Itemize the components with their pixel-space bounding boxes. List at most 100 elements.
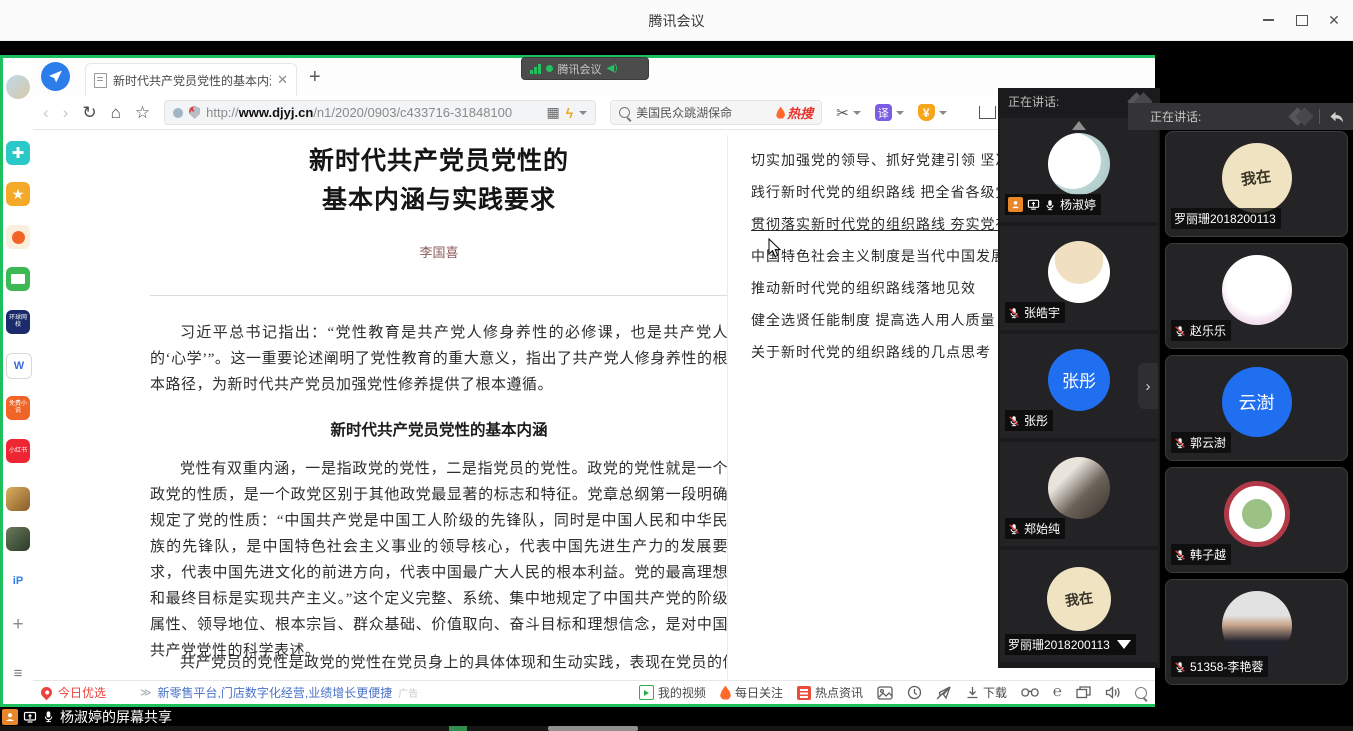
article-paragraph-1: 习近平总书记指出：“党性教育是共产党人修身养性的必修课，也是共产党人的‘心学’”… bbox=[150, 320, 728, 398]
goggles-icon[interactable] bbox=[1021, 687, 1039, 699]
participant-name: 张皓宇 bbox=[1024, 304, 1060, 321]
hot-news-button[interactable]: 热点资讯 bbox=[797, 684, 863, 701]
video-tile[interactable]: 51358-李艳蓉 bbox=[1165, 579, 1348, 685]
search-box[interactable]: 美国民众跳湖保命 热搜 bbox=[610, 100, 822, 125]
translate-tool[interactable]: 译 bbox=[875, 104, 904, 121]
expand-panel-button[interactable]: › bbox=[1138, 363, 1158, 409]
avatar bbox=[1222, 591, 1292, 661]
dock-menu-icon[interactable]: ≡ bbox=[6, 661, 30, 685]
related-link[interactable]: 推动新时代党的组织路线落地见效 bbox=[751, 278, 1033, 310]
video-tile[interactable]: 我在 罗丽珊2018200113 bbox=[1165, 131, 1348, 237]
my-videos-button[interactable]: 我的视频 bbox=[639, 684, 706, 701]
scroll-down-icon[interactable] bbox=[1117, 640, 1131, 649]
windows-taskbar[interactable] bbox=[0, 726, 1353, 731]
speaking-header-bar: 正在讲话: bbox=[1128, 103, 1353, 130]
avatar bbox=[1048, 241, 1110, 303]
avatar: 我在 bbox=[1222, 143, 1292, 213]
recording-dot-icon bbox=[546, 65, 553, 72]
theme-skin-icon[interactable] bbox=[979, 106, 996, 119]
document-app-icon[interactable]: W bbox=[6, 353, 32, 379]
window-restore-button[interactable] bbox=[1285, 0, 1319, 40]
forward-button[interactable]: › bbox=[63, 104, 69, 121]
health-app-icon[interactable]: ✚ bbox=[6, 141, 30, 165]
avatar: 张彤 bbox=[1048, 349, 1110, 411]
boost-rocket-icon[interactable] bbox=[936, 686, 952, 700]
browser-tabbar: 新时代共产党员党性的基本内涵 ✕ + 腾讯会议 ◀) bbox=[33, 58, 1155, 97]
video-tile[interactable]: 张彤 张彤 › bbox=[1000, 334, 1158, 438]
related-link[interactable]: 中国特色社会主义制度是当代中国发展进步… bbox=[751, 246, 1033, 278]
article-section-heading: 新时代共产党员党性的基本内涵 bbox=[150, 418, 728, 440]
video-tile[interactable]: 我在 罗丽珊2018200113 bbox=[1000, 550, 1158, 662]
speed-bolt-icon[interactable]: ϟ bbox=[566, 105, 573, 121]
search-icon bbox=[619, 107, 630, 118]
url-bar[interactable]: ✗ http://www.djyj.cn/n1/2020/0903/c43371… bbox=[164, 100, 596, 125]
participant-name: 罗丽珊2018200113 bbox=[1174, 210, 1276, 227]
page-info-icon[interactable] bbox=[173, 108, 183, 118]
new-tab-button[interactable]: + bbox=[309, 66, 321, 89]
url-text: http://www.djyj.cn/n1/2020/0903/c433716-… bbox=[206, 105, 512, 120]
mic-muted-icon bbox=[1174, 549, 1186, 561]
insecure-shield-icon: ✗ bbox=[189, 106, 200, 119]
related-link[interactable]: 健全选贤任能制度 提高选人用人质量 bbox=[751, 310, 1033, 342]
favorites-star-icon[interactable]: ★ bbox=[6, 182, 30, 206]
video-tile[interactable]: 韩子越 bbox=[1165, 467, 1348, 573]
huanqiu-wangxiao-icon[interactable]: 环球网校 bbox=[6, 310, 30, 334]
ie-compat-icon[interactable]: ℮ bbox=[1053, 684, 1062, 701]
mail-icon[interactable] bbox=[6, 267, 30, 291]
url-dropdown-icon[interactable] bbox=[579, 111, 587, 119]
free-novel-icon[interactable]: 免费小说 bbox=[6, 396, 30, 420]
download-button[interactable]: 下载 bbox=[966, 684, 1007, 701]
weibo-icon[interactable] bbox=[6, 225, 30, 249]
flame-icon bbox=[720, 686, 731, 700]
daily-focus-button[interactable]: 每日关注 bbox=[720, 684, 783, 701]
page-search-icon[interactable] bbox=[1135, 687, 1147, 699]
window-minimize-button[interactable] bbox=[1251, 0, 1285, 40]
daily-picks-link[interactable]: 今日优选 bbox=[58, 684, 106, 701]
mouse-cursor bbox=[768, 238, 782, 258]
back-button[interactable]: ‹ bbox=[43, 104, 49, 121]
participant-name: 郭云澍 bbox=[1190, 434, 1226, 451]
image-tool-icon[interactable] bbox=[877, 686, 893, 700]
related-link[interactable]: 践行新时代党的组织路线 把全省各级党组… bbox=[751, 182, 1033, 214]
participants-panel-shared: 正在讲话: 杨淑婷 张皓宇 张彤 张彤 › 郑始纯 我 bbox=[998, 88, 1160, 668]
dock-add-icon[interactable]: + bbox=[6, 613, 30, 637]
browser-logo-icon[interactable] bbox=[41, 62, 70, 91]
home-button[interactable]: ⌂ bbox=[111, 104, 121, 121]
game-icon-2[interactable] bbox=[6, 527, 30, 551]
volume-icon[interactable] bbox=[1105, 686, 1121, 699]
ad-link[interactable]: 新零售平台,门店数字化经营,业绩增长更便捷 bbox=[158, 684, 393, 701]
back-to-meeting-icon[interactable] bbox=[1328, 109, 1345, 124]
avatar bbox=[1222, 255, 1292, 325]
browser-tab[interactable]: 新时代共产党员党性的基本内涵 ✕ bbox=[85, 63, 297, 96]
ip-app-icon[interactable]: iP bbox=[6, 569, 30, 593]
app-titlebar: 腾讯会议 ✕ bbox=[0, 0, 1353, 41]
hot-search-badge[interactable]: 热搜 bbox=[776, 103, 813, 122]
page-content: 新时代共产党员党性的 基本内涵与实践要求 李国喜 习近平总书记指出：“党性教育是… bbox=[33, 130, 1155, 680]
host-badge-icon bbox=[1008, 197, 1023, 212]
tab-close-icon[interactable]: ✕ bbox=[277, 72, 288, 88]
taskbar-item[interactable] bbox=[548, 726, 638, 731]
qr-code-icon[interactable]: ▦ bbox=[546, 104, 559, 121]
wallet-shield-tool[interactable]: ¥ bbox=[918, 104, 947, 121]
game-icon-1[interactable] bbox=[6, 487, 30, 511]
video-tile[interactable]: 赵乐乐 bbox=[1165, 243, 1348, 349]
scroll-up-icon[interactable] bbox=[1072, 121, 1086, 130]
user-avatar[interactable] bbox=[6, 75, 30, 99]
video-tile[interactable]: 云澍 郭云澍 bbox=[1165, 355, 1348, 461]
xiaohongshu-icon[interactable]: 小红书 bbox=[6, 439, 30, 463]
video-tile[interactable]: 郑始纯 bbox=[1000, 442, 1158, 546]
related-link[interactable]: 关于新时代党的组织路线的几点思考 bbox=[751, 342, 1033, 374]
window-close-button[interactable]: ✕ bbox=[1317, 0, 1351, 40]
screenshot-tool[interactable]: ✂ bbox=[836, 104, 861, 122]
related-link[interactable]: 切实加强党的领导、抓好党建引领 坚决夺… bbox=[751, 150, 1033, 182]
multi-window-icon[interactable] bbox=[1076, 686, 1091, 699]
history-clock-icon[interactable] bbox=[907, 685, 922, 700]
bookmark-star-button[interactable]: ☆ bbox=[135, 104, 150, 121]
refresh-button[interactable]: ↻ bbox=[82, 104, 96, 121]
video-tile[interactable]: 张皓宇 bbox=[1000, 226, 1158, 330]
meeting-status-pill[interactable]: 腾讯会议 ◀) bbox=[521, 57, 649, 80]
mic-muted-icon bbox=[1174, 661, 1186, 673]
taskbar-item[interactable] bbox=[449, 726, 467, 731]
video-tile[interactable]: 杨淑婷 bbox=[1000, 118, 1158, 222]
related-link-hovered[interactable]: 贯彻落实新时代党的组织路线 夯实党在边… bbox=[751, 214, 1033, 246]
